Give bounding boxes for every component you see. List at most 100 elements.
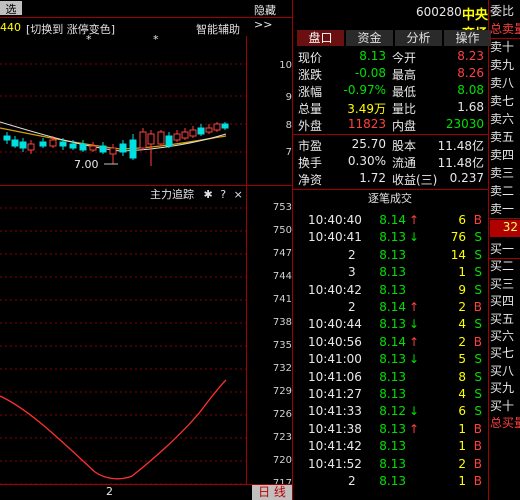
quote-value: 0.237: [449, 171, 484, 185]
quote-row: 涨幅 -0.97% 最低 8.08: [296, 83, 486, 100]
page-number[interactable]: 2: [106, 485, 113, 498]
tick-volume: 1: [458, 421, 466, 436]
tick-price: 8.14: [379, 213, 406, 227]
quote-label: 净资: [298, 173, 323, 187]
stock-code: 600280: [416, 5, 462, 19]
tick-price: 8.13: [379, 282, 406, 297]
tick-arrow-icon: ↓: [408, 404, 420, 419]
indicator-y-tick: 723: [272, 432, 292, 443]
quote-row: 总量 3.49万 量比 1.68: [296, 100, 486, 117]
candle-body: [147, 133, 155, 145]
candle-body: [19, 141, 27, 149]
candle-body: [205, 127, 213, 133]
orderbook-sell-label[interactable]: 卖八: [490, 74, 520, 91]
kline-chart[interactable]: [0, 36, 246, 186]
orderbook-buy-label[interactable]: 买九: [490, 379, 520, 396]
tick-price: 8.13: [379, 352, 406, 367]
corner-number: 440: [0, 21, 21, 34]
orderbook-sell-label[interactable]: 卖六: [490, 110, 520, 127]
quote-value: 8.13: [359, 49, 386, 63]
orderbook-buy-label[interactable]: 买六: [490, 327, 520, 344]
period-button[interactable]: 日 线: [252, 484, 292, 500]
quote-label: 外盘: [298, 119, 323, 133]
orderbook-sell-label[interactable]: 卖七: [490, 92, 520, 109]
quote-label: 今开: [392, 51, 417, 65]
candle-body: [139, 131, 147, 149]
orderbook-total-buy: 总买量: [490, 416, 520, 430]
chart-bottombar: 2 日 线: [0, 484, 292, 500]
kline-y-tick: 7: [285, 147, 292, 158]
select-button[interactable]: 选: [0, 1, 22, 16]
tick-side: B: [473, 421, 482, 436]
orderbook-sell-label[interactable]: 卖三: [490, 164, 520, 181]
tick-time: 10:40:41: [308, 230, 362, 245]
quote-value: 8.23: [457, 49, 484, 63]
quote-label: 涨幅: [298, 85, 323, 99]
indicator-y-tick: 729: [272, 386, 292, 397]
tick-row: 2 8.13 14 S: [296, 248, 482, 265]
low-price-label: 7.00: [74, 158, 99, 171]
tick-price: 8.13: [379, 474, 406, 488]
tab-pankou[interactable]: 盘口: [297, 30, 345, 46]
tick-row: 2 8.13 1 B: [296, 474, 482, 491]
orderbook-buy-label[interactable]: 买四: [490, 292, 520, 309]
candle-body: [109, 147, 117, 155]
orderbook-sell-label[interactable]: 卖五: [490, 128, 520, 145]
ticks-title: 逐笔成交: [368, 192, 412, 205]
orderbook-buy-label[interactable]: 买十: [490, 397, 520, 414]
orderbook-sell-label[interactable]: 卖九: [490, 56, 520, 73]
orderbook-sell-label[interactable]: 卖十: [490, 38, 520, 55]
indicator-y-tick: 720: [272, 455, 292, 466]
tab-operate[interactable]: 操作: [444, 30, 492, 46]
quote-label: 总量: [298, 102, 323, 116]
chart-topbar: 选 隐藏>>: [0, 0, 292, 31]
indicator-y-tick: 747: [272, 248, 292, 259]
tick-arrow-icon: ↑: [408, 334, 420, 349]
smart-assist-button[interactable]: 智能辅助: [196, 21, 240, 37]
tick-time: 10:40:44: [308, 317, 362, 332]
tick-time: 10:41:52: [308, 456, 362, 471]
orderbook-buy-label[interactable]: 买五: [490, 310, 520, 327]
tick-row: 10:41:27 8.13 4 S: [296, 387, 482, 404]
indicator-y-tick: 753: [272, 202, 292, 213]
candle-body: [99, 145, 107, 153]
indicator-chart[interactable]: [0, 200, 246, 484]
orderbook-sell-label[interactable]: 卖四: [490, 146, 520, 163]
tick-price: 8.13: [379, 369, 406, 384]
orderbook-buy-label[interactable]: 买三: [490, 275, 520, 292]
candle-body: [189, 129, 197, 137]
candle-body: [79, 143, 87, 151]
quote-row: 换手 0.30% 流通 11.48亿: [296, 154, 486, 171]
tick-row: 10:40:42 8.13 9 S: [296, 283, 482, 300]
tick-side: B: [473, 474, 482, 488]
tick-volume: 1: [458, 265, 466, 280]
quote-row: 现价 8.13 今开 8.23: [296, 49, 486, 66]
toggle-limit-color-button[interactable]: [切换到 涨停变色]: [26, 21, 115, 37]
indicator-y-tick: 744: [272, 271, 292, 282]
tick-volume: 2: [458, 456, 466, 471]
orderbook-buy-label[interactable]: 买二: [490, 257, 520, 274]
tick-volume: 6: [458, 213, 466, 227]
orderbook-buy-label[interactable]: 买一: [490, 240, 520, 257]
tick-side: S: [474, 230, 482, 245]
candle-body: [49, 139, 57, 147]
tick-volume: 1: [458, 474, 466, 488]
tab-funds[interactable]: 资金: [346, 30, 394, 46]
tick-time: 10:41:27: [308, 387, 362, 401]
quote-value: -0.08: [354, 66, 386, 80]
orderbook-buy-label[interactable]: 买七: [490, 344, 520, 361]
orderbook-sell-label[interactable]: 卖一: [490, 200, 520, 217]
tick-row: 10:40:56 8.14 ↑ 2 B: [296, 335, 482, 352]
tick-volume: 4: [458, 317, 466, 332]
candle-body: [39, 141, 47, 147]
tick-time: 10:41:00: [308, 352, 362, 367]
quote-label: 最高: [392, 68, 417, 82]
orderbook-buy-label[interactable]: 买八: [490, 362, 520, 379]
tick-arrow-icon: ↓: [408, 317, 420, 332]
tick-side: B: [473, 213, 482, 227]
orderbook-sell-label[interactable]: 卖二: [490, 182, 520, 199]
quote-label: 现价: [298, 51, 323, 65]
tick-row: 10:41:00 8.13 ↓ 5 S: [296, 352, 482, 369]
kline-toolbar: 440 [切换到 涨停变色] 智能辅助 * *: [0, 18, 246, 46]
tab-analysis[interactable]: 分析: [395, 30, 443, 46]
